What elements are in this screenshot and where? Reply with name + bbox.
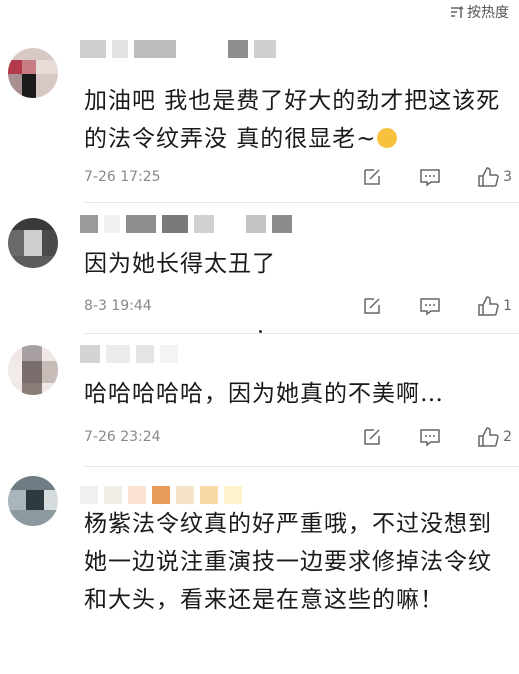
divider	[84, 466, 519, 467]
comment-time: 7-26 23:24	[84, 429, 161, 445]
username-blurred[interactable]	[80, 215, 292, 233]
thumbs-up-icon	[478, 427, 499, 447]
reply-button[interactable]	[419, 426, 441, 448]
avatar[interactable]	[8, 476, 58, 526]
thumbs-up-icon	[478, 167, 499, 187]
thumbs-up-icon	[478, 296, 499, 316]
comment-icon	[420, 429, 440, 447]
avatar[interactable]	[8, 218, 58, 268]
comment-text: 杨紫法令纹真的好严重哦，不过没想到她一边说注重演技一边要求修掉法令纹和大头，看来…	[84, 511, 492, 613]
comment-text: 加油吧 我也是费了好大的劲才把这该死的法令纹弄没 真的很显老~	[84, 88, 501, 152]
like-count: 1	[503, 298, 512, 314]
comment-time: 7-26 17:25	[84, 169, 161, 185]
repost-button[interactable]	[361, 166, 383, 188]
divider	[84, 202, 519, 203]
comment-icon	[420, 169, 440, 187]
username-blurred[interactable]	[80, 40, 276, 58]
hug-emoji-icon	[376, 128, 397, 148]
avatar[interactable]	[8, 345, 58, 395]
sort-by-popularity-button[interactable]: 按热度	[450, 2, 509, 22]
comment-text: 哈哈哈哈哈，因为她真的不美啊…	[84, 381, 444, 407]
repost-icon	[364, 298, 380, 314]
like-count: 3	[503, 169, 512, 185]
comment-meta: 8-3 19:44 1	[84, 294, 512, 318]
repost-icon	[364, 429, 380, 445]
repost-icon	[364, 169, 380, 185]
repost-button[interactable]	[361, 295, 383, 317]
sort-icon	[451, 5, 464, 18]
username-blurred[interactable]	[80, 345, 178, 363]
avatar[interactable]	[8, 48, 58, 98]
divider	[84, 333, 519, 334]
comment-icon	[420, 298, 440, 316]
like-button[interactable]: 2	[477, 426, 512, 448]
comment-text: 因为她长得太丑了	[84, 251, 276, 277]
sort-label: 按热度	[467, 5, 509, 21]
like-button[interactable]: 3	[477, 166, 512, 188]
reply-button[interactable]	[419, 295, 441, 317]
comment-meta: 7-26 23:24 2	[84, 425, 512, 449]
repost-button[interactable]	[361, 426, 383, 448]
comment-time: 8-3 19:44	[84, 298, 152, 314]
reply-button[interactable]	[419, 166, 441, 188]
comment-meta: 7-26 17:25 3	[84, 165, 512, 189]
like-button[interactable]: 1	[477, 295, 512, 317]
username-blurred[interactable]	[80, 486, 242, 504]
like-count: 2	[503, 429, 512, 445]
